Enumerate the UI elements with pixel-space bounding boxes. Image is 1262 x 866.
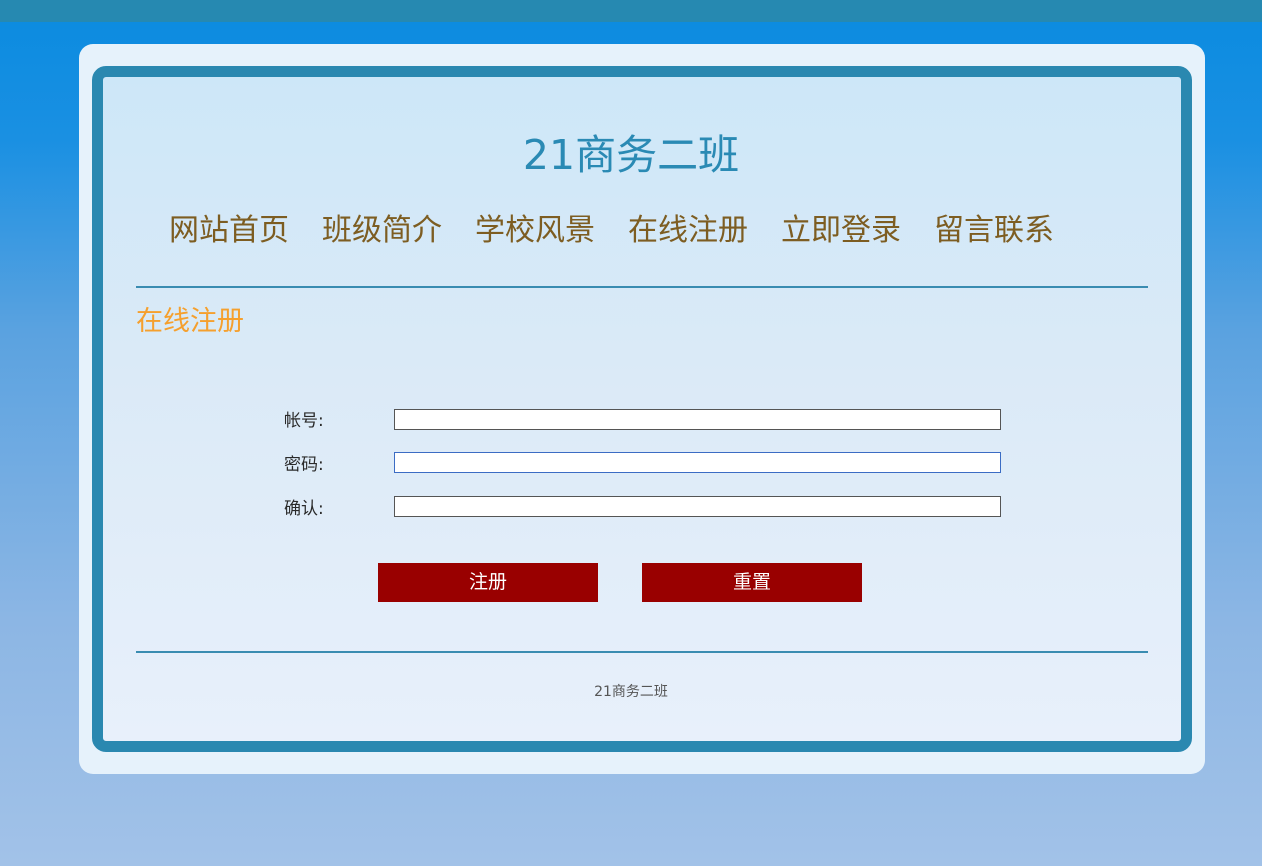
- confirm-label: 确认:: [284, 499, 324, 519]
- account-label: 帐号:: [284, 411, 324, 431]
- nav-item-contact[interactable]: 留言联系: [934, 209, 1054, 253]
- confirm-password-input[interactable]: [394, 496, 1001, 517]
- site-title: 21商务二班: [522, 131, 740, 179]
- password-label: 密码:: [284, 455, 324, 475]
- password-input[interactable]: [394, 452, 1001, 473]
- account-input[interactable]: [394, 409, 1001, 430]
- top-bar: [0, 0, 1262, 22]
- nav-item-class-intro[interactable]: 班级简介: [322, 209, 442, 253]
- reset-button[interactable]: 重置: [642, 563, 862, 602]
- nav-item-register[interactable]: 在线注册: [628, 209, 748, 253]
- main-nav: 网站首页 班级简介 学校风景 在线注册 立即登录 留言联系: [169, 209, 1054, 253]
- footer-text: 21商务二班: [594, 684, 668, 700]
- nav-item-school-scenery[interactable]: 学校风景: [475, 209, 595, 253]
- nav-item-login[interactable]: 立即登录: [781, 209, 901, 253]
- header-divider: [136, 286, 1148, 288]
- register-button[interactable]: 注册: [378, 563, 598, 602]
- section-title: 在线注册: [136, 306, 244, 337]
- nav-item-home[interactable]: 网站首页: [169, 209, 289, 253]
- footer-divider: [136, 651, 1148, 653]
